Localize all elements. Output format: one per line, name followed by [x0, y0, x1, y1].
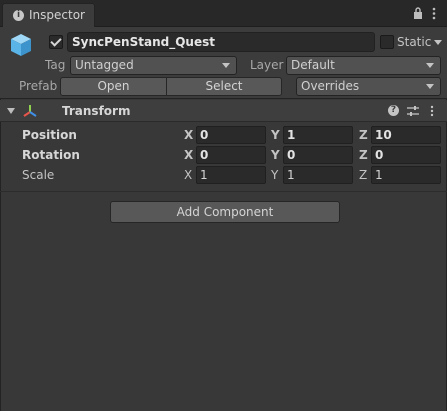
scale-y-field[interactable]: 1 [283, 166, 353, 184]
gameobject-header: SyncPenStand_Quest Static Tag Untagged L… [0, 27, 447, 99]
prefab-open-button[interactable]: Open [60, 77, 167, 96]
scale-x-field[interactable]: 1 [196, 166, 266, 184]
component-divider [0, 191, 447, 192]
rotation-label: Rotation [22, 148, 80, 162]
position-x-field[interactable]: 0 [196, 126, 266, 144]
scale-z-field[interactable]: 1 [371, 166, 441, 184]
static-label: Static [397, 35, 432, 49]
scale-label: Scale [22, 168, 55, 182]
scale-x-label[interactable]: X [184, 168, 192, 182]
transform-axes-icon [23, 105, 37, 117]
position-y-label[interactable]: Y [271, 128, 280, 142]
add-component-button[interactable]: Add Component [110, 201, 340, 223]
rotation-x-label[interactable]: X [184, 148, 193, 162]
component-menu-icon[interactable] [430, 105, 434, 117]
foldout-arrow-icon[interactable] [7, 108, 15, 114]
cube-icon [11, 34, 31, 56]
tab-inspector[interactable]: i Inspector [2, 3, 95, 27]
presets-sliders-icon[interactable] [407, 105, 419, 117]
scale-z-label[interactable]: Z [359, 168, 367, 182]
rotation-z-label[interactable]: Z [359, 148, 368, 162]
component-title: Transform [62, 104, 131, 118]
chevron-down-icon [426, 63, 434, 68]
chevron-down-icon [426, 84, 434, 89]
lock-icon[interactable] [413, 7, 423, 19]
position-x-label[interactable]: X [184, 128, 193, 142]
tag-label: Tag [45, 58, 66, 72]
layer-value: Default [291, 58, 335, 72]
transform-component-header[interactable]: Transform ? [0, 100, 447, 122]
rotation-z-field[interactable]: 0 [371, 146, 441, 164]
static-dropdown-chevron-icon[interactable] [434, 40, 442, 45]
layer-label: Layer [250, 58, 284, 72]
position-z-field[interactable]: 10 [371, 126, 441, 144]
help-icon[interactable]: ? [388, 105, 399, 116]
rotation-y-field[interactable]: 0 [283, 146, 353, 164]
tab-label: Inspector [29, 8, 85, 22]
tag-value: Untagged [75, 58, 134, 72]
position-y-field[interactable]: 1 [283, 126, 353, 144]
chevron-down-icon [222, 63, 230, 68]
active-checkbox[interactable] [49, 35, 63, 49]
prefab-overrides-dropdown[interactable]: Overrides [296, 77, 441, 96]
scale-y-label[interactable]: Y [271, 168, 278, 182]
tab-bar: i Inspector [0, 0, 447, 27]
prefab-select-button[interactable]: Select [166, 77, 282, 96]
static-checkbox[interactable] [380, 35, 394, 49]
position-label: Position [22, 128, 77, 142]
object-name-field[interactable]: SyncPenStand_Quest [67, 32, 375, 52]
more-menu-icon[interactable] [431, 7, 437, 20]
position-z-label[interactable]: Z [359, 128, 368, 142]
rotation-x-field[interactable]: 0 [196, 146, 266, 164]
rotation-y-label[interactable]: Y [271, 148, 280, 162]
tag-dropdown[interactable]: Untagged [70, 56, 237, 75]
overrides-label: Overrides [301, 79, 360, 93]
layer-dropdown[interactable]: Default [286, 56, 441, 75]
info-icon: i [13, 10, 24, 21]
prefab-label: Prefab [19, 79, 58, 93]
